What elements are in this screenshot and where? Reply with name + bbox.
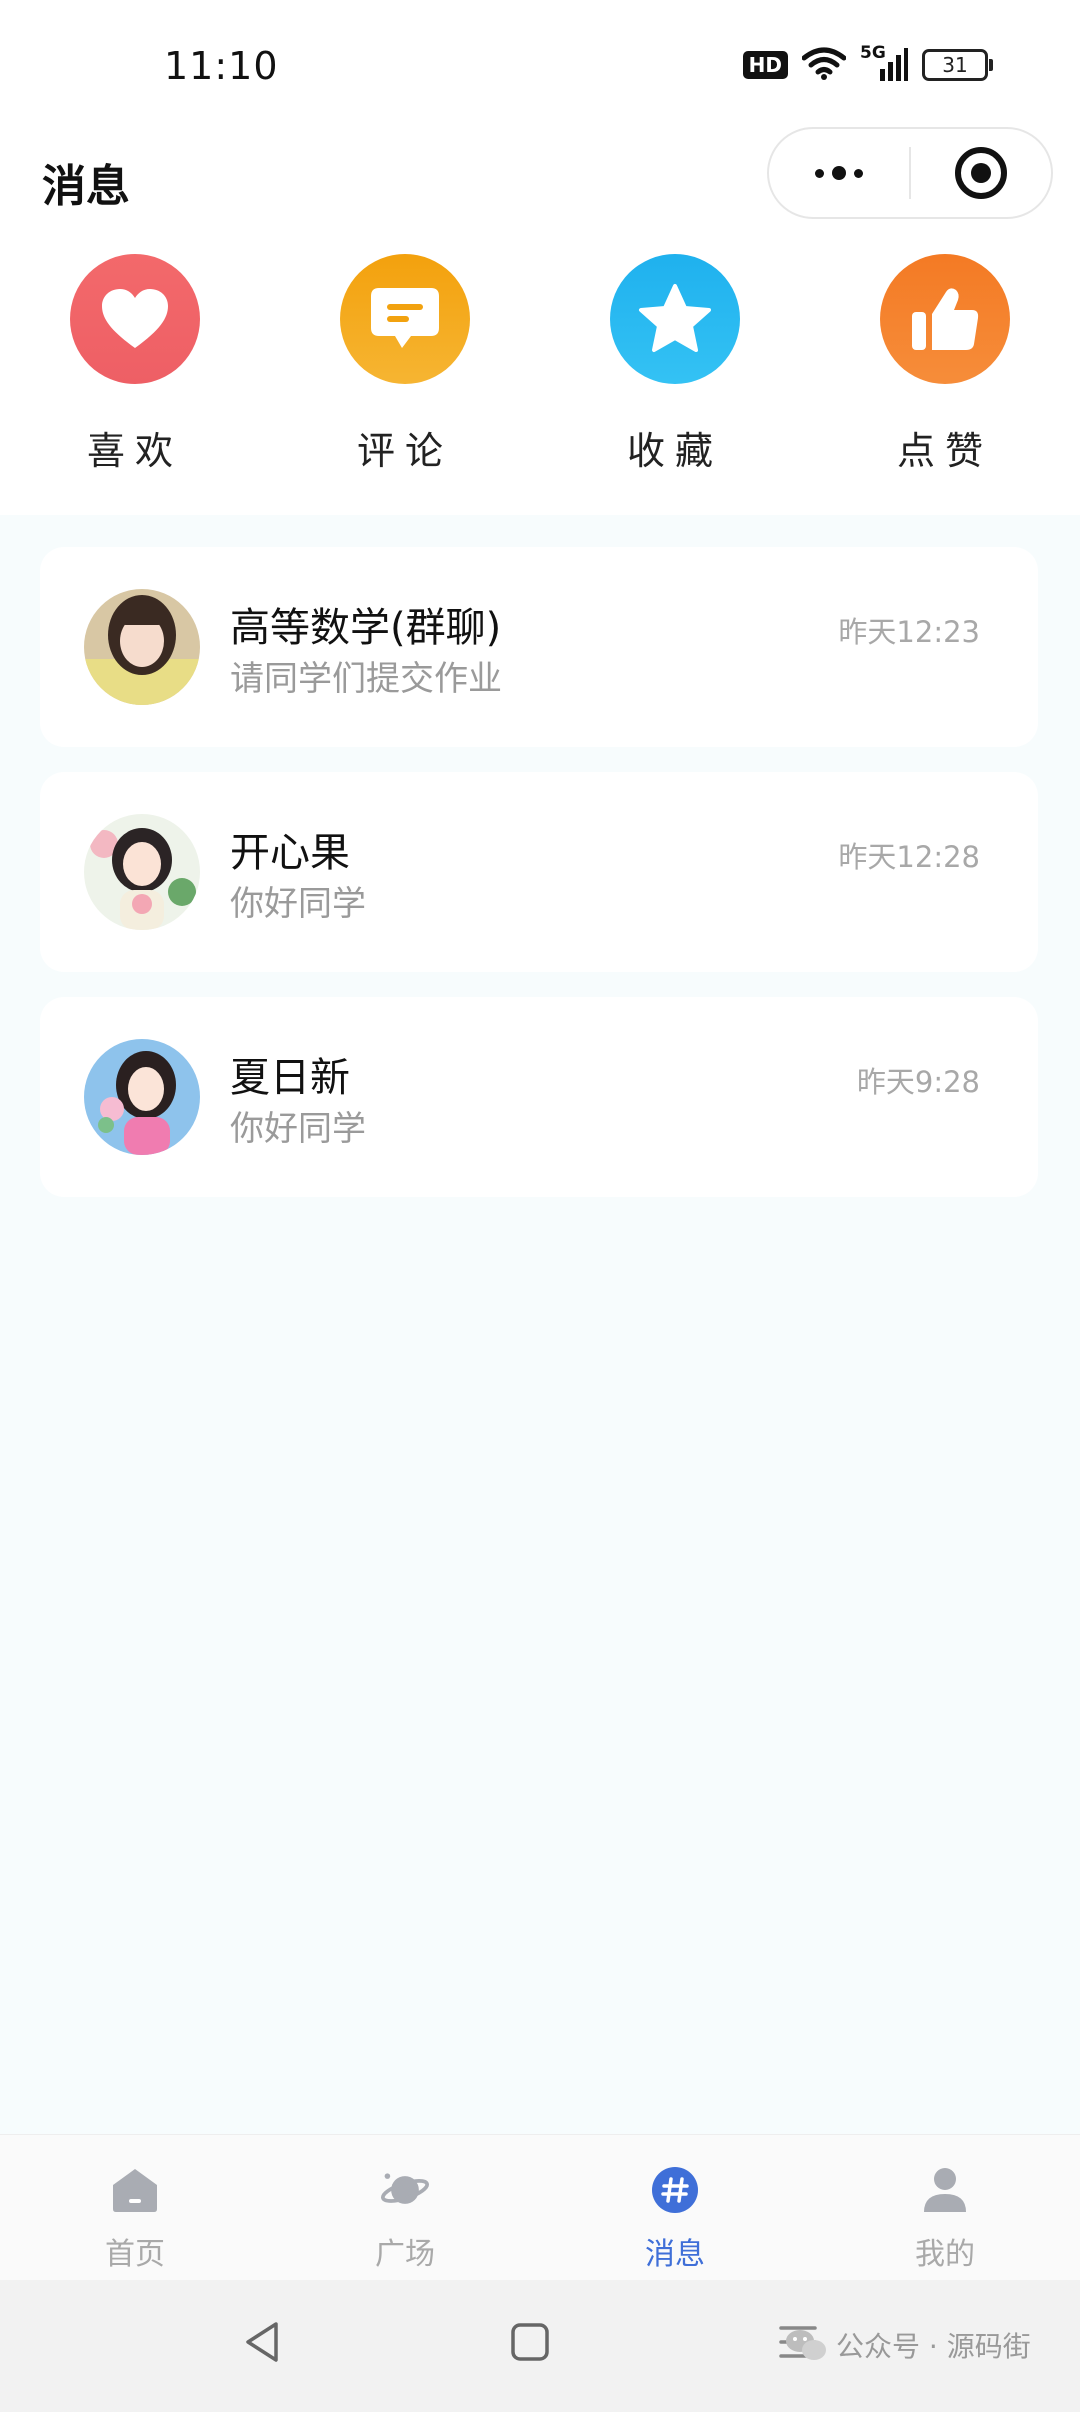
tab-label: 广场 [375, 2237, 435, 2272]
shortcut-label: 喜欢 [86, 429, 183, 473]
shortcut-upvotes[interactable]: 点赞 [845, 254, 1045, 475]
conversation-name: 高等数学(群聊) [230, 605, 502, 651]
miniprogram-capsule [767, 127, 1053, 219]
conversation-name: 开心果 [230, 830, 350, 876]
battery-icon: 31 [922, 49, 993, 81]
watermark: 公众号 · 源码街 [784, 2325, 1031, 2365]
conversation-item[interactable]: 夏日新 你好同学 昨天9:28 [40, 997, 1038, 1197]
home-nav-button[interactable] [510, 2320, 550, 2368]
conversation-time: 昨天12:28 [838, 840, 980, 874]
conversation-item[interactable]: 高等数学(群聊) 请同学们提交作业 昨天12:23 [40, 547, 1038, 747]
tab-home[interactable]: 首页 [65, 2165, 205, 2273]
wechat-icon [786, 2330, 826, 2360]
status-icons: HD 5G 31 [742, 43, 993, 84]
thumbs-up-icon [880, 254, 1010, 384]
square-icon [511, 2323, 549, 2361]
avatar [84, 1039, 200, 1155]
back-button[interactable] [242, 2320, 282, 2368]
conversation-preview: 你好同学 [230, 884, 366, 924]
wifi-icon [801, 46, 847, 84]
tab-label: 消息 [645, 2237, 705, 2272]
avatar [84, 589, 200, 705]
tab-profile[interactable]: 我的 [875, 2165, 1015, 2273]
shortcut-favorites[interactable]: 收藏 [575, 254, 775, 475]
hashtag-icon [650, 2165, 700, 2215]
status-bar: 11:10 HD 5G 31 [0, 0, 1080, 130]
target-icon [955, 147, 1007, 199]
shortcut-label: 收藏 [626, 429, 723, 473]
page-title: 消息 [42, 161, 130, 212]
planet-icon [380, 2165, 430, 2215]
conversation-item[interactable]: 开心果 你好同学 昨天12:28 [40, 772, 1038, 972]
more-dots-icon [815, 166, 863, 180]
watermark-text: 公众号 · 源码街 [836, 2330, 1031, 2363]
shortcut-comments[interactable]: 评论 [305, 254, 505, 475]
star-icon [610, 254, 740, 384]
more-button[interactable] [769, 129, 909, 217]
status-time: 11:10 [164, 44, 279, 88]
page-header: 消息 [0, 127, 1080, 230]
shortcut-label: 点赞 [896, 429, 993, 473]
shortcut-label: 评论 [356, 429, 453, 473]
battery-level: 31 [942, 53, 968, 77]
tab-label: 首页 [105, 2237, 165, 2272]
shortcut-row: 喜欢 评论 收藏 点赞 [0, 230, 1080, 515]
system-navigation-bar: 公众号 · 源码街 [0, 2280, 1080, 2412]
conversation-time: 昨天9:28 [856, 1065, 980, 1099]
hd-badge: HD [742, 51, 788, 79]
conversation-time: 昨天12:23 [838, 615, 980, 649]
tab-messages[interactable]: 消息 [605, 2165, 745, 2273]
comment-icon [340, 254, 470, 384]
avatar [84, 814, 200, 930]
user-icon [920, 2165, 970, 2215]
conversation-preview: 你好同学 [230, 1109, 366, 1149]
conversation-preview: 请同学们提交作业 [230, 659, 502, 699]
conversation-name: 夏日新 [230, 1055, 350, 1101]
cellular-signal-icon: 5G [860, 43, 908, 83]
home-icon [110, 2165, 160, 2215]
close-miniprogram-button[interactable] [911, 129, 1051, 217]
tab-square[interactable]: 广场 [335, 2165, 475, 2273]
tab-label: 我的 [915, 2237, 975, 2272]
bottom-tab-bar: 首页 广场 消息 我的 [0, 2134, 1080, 2281]
heart-icon [70, 254, 200, 384]
shortcut-likes[interactable]: 喜欢 [35, 254, 235, 475]
back-triangle-icon [246, 2322, 278, 2362]
